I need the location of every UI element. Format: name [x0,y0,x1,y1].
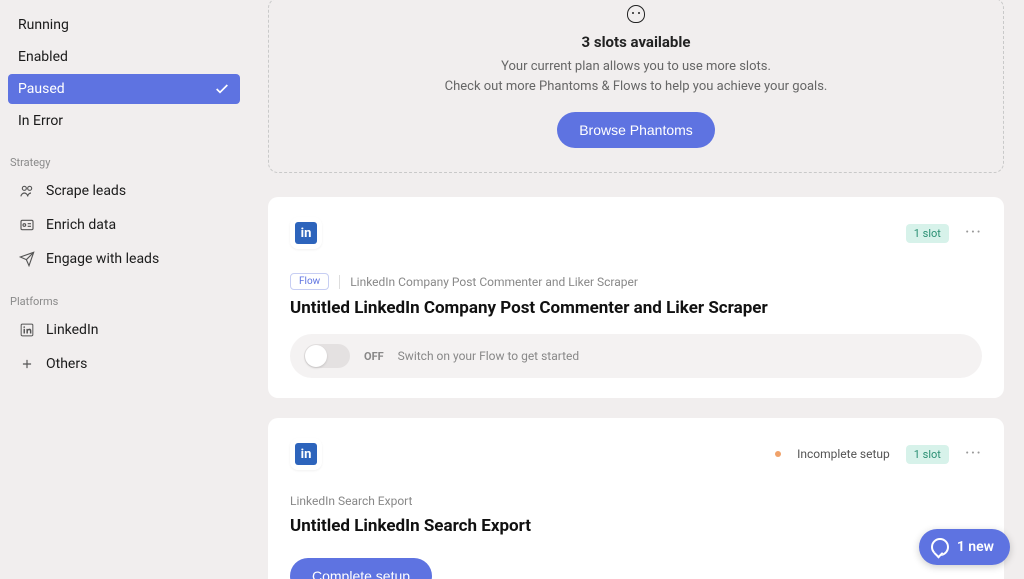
platform-label: Others [46,356,87,372]
enrich-icon [18,216,36,234]
scrape-icon [18,182,36,200]
phantom-title: Untitled LinkedIn Company Post Commenter… [290,298,982,318]
filter-running[interactable]: Running [8,10,240,40]
chat-icon [931,538,949,556]
card-header: in Incomplete setup 1 slot ··· [290,438,982,470]
phantom-card: in 1 slot ··· Flow LinkedIn Company Post… [268,197,1004,398]
platform-others[interactable]: Others [8,348,240,380]
filter-label: In Error [18,113,63,129]
section-strategy: Strategy [8,138,240,175]
card-header: in 1 slot ··· [290,217,982,249]
slots-promo-card: 3 slots available Your current plan allo… [268,0,1004,173]
filter-enabled[interactable]: Enabled [8,42,240,72]
chat-widget[interactable]: 1 new [919,529,1010,565]
status-text: Incomplete setup [797,447,890,461]
more-menu-button[interactable]: ··· [965,224,982,242]
divider [339,275,340,289]
flow-name: LinkedIn Search Export [290,494,412,508]
filter-label: Paused [18,81,65,97]
flow-toggle[interactable] [304,344,350,368]
phantom-card: in Incomplete setup 1 slot ··· LinkedIn … [268,418,1004,579]
plus-icon [18,355,36,373]
ghost-icon [627,5,645,23]
slots-desc-2: Check out more Phantoms & Flows to help … [299,77,973,97]
more-menu-button[interactable]: ··· [965,445,982,463]
strategy-label: Scrape leads [46,183,126,199]
toggle-bar: OFF Switch on your Flow to get started [290,334,982,378]
strategy-enrich-data[interactable]: Enrich data [8,209,240,241]
toggle-state-label: OFF [364,350,384,363]
linkedin-icon: in [295,222,317,244]
flow-name: LinkedIn Company Post Commenter and Like… [350,275,638,289]
strategy-engage-leads[interactable]: Engage with leads [8,243,240,275]
filter-label: Enabled [18,49,68,65]
flow-meta: Flow LinkedIn Company Post Commenter and… [290,273,982,290]
strategy-scrape-leads[interactable]: Scrape leads [8,175,240,207]
status-dot-icon [775,451,781,457]
platform-label: LinkedIn [46,322,99,338]
main-content: 3 slots available Your current plan allo… [248,0,1024,579]
phantom-title: Untitled LinkedIn Search Export [290,516,982,536]
toggle-hint: Switch on your Flow to get started [398,349,579,363]
section-platforms: Platforms [8,277,240,314]
complete-setup-button[interactable]: Complete setup [290,558,432,579]
filter-paused[interactable]: Paused [8,74,240,104]
linkedin-icon [18,321,36,339]
filter-in-error[interactable]: In Error [8,106,240,136]
slots-title: 3 slots available [299,33,973,51]
linkedin-icon: in [295,443,317,465]
slot-pill: 1 slot [906,224,949,243]
platform-linkedin[interactable]: LinkedIn [8,314,240,346]
flow-meta: LinkedIn Search Export [290,494,982,508]
slots-desc-1: Your current plan allows you to use more… [299,57,973,77]
sidebar: Running Enabled Paused In Error Strategy… [0,0,248,579]
flow-tag: Flow [290,273,329,290]
slot-pill: 1 slot [906,445,949,464]
strategy-label: Engage with leads [46,251,159,267]
check-icon [214,81,230,97]
platform-badge: in [290,438,322,470]
engage-icon [18,250,36,268]
filter-label: Running [18,17,69,33]
platform-badge: in [290,217,322,249]
strategy-label: Enrich data [46,217,116,233]
chat-label: 1 new [957,539,994,555]
browse-phantoms-button[interactable]: Browse Phantoms [557,112,715,148]
